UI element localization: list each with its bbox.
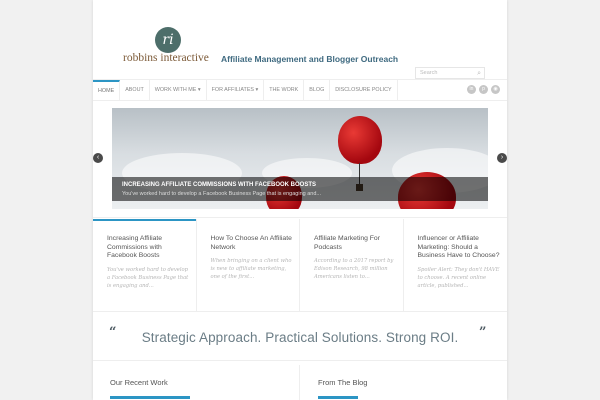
slider-divider — [93, 217, 507, 218]
nav-item-about[interactable]: ABOUT — [120, 80, 150, 100]
quote-divider — [93, 360, 507, 361]
slider-prev-arrow[interactable]: ‹ — [93, 153, 103, 163]
site-tagline: Affiliate Management and Blogger Outreac… — [221, 54, 399, 64]
section-title-from-blog: From The Blog — [318, 378, 368, 387]
linkedin-icon[interactable]: in — [467, 85, 476, 94]
search-input[interactable]: Search ⌕ — [415, 67, 485, 79]
post-card[interactable]: Increasing Affiliate Commissions with Fa… — [93, 219, 197, 311]
section-divider — [299, 365, 300, 400]
post-excerpt: According to a 2017 report by Edison Res… — [314, 258, 394, 280]
tagline-quote: Strategic Approach. Practical Solutions.… — [141, 330, 459, 345]
main-nav: HOME ABOUT WORK WITH ME ▾ FOR AFFILIATES… — [93, 80, 399, 100]
slider-caption[interactable]: INCREASING AFFILIATE COMMISSIONS WITH FA… — [112, 177, 488, 201]
section-underline — [318, 396, 358, 399]
post-excerpt: When bringing on a client who is new to … — [210, 258, 292, 280]
slider-caption-title[interactable]: INCREASING AFFILIATE COMMISSIONS WITH FA… — [122, 182, 478, 188]
slider-caption-text: You've worked hard to develop a Facebook… — [122, 191, 321, 197]
nav-item-disclosure-policy[interactable]: DISCLOSURE POLICY — [330, 80, 398, 100]
post-card[interactable]: Affiliate Marketing For Podcasts Accordi… — [300, 219, 404, 311]
nav-item-work-with-me[interactable]: WORK WITH ME ▾ — [150, 80, 207, 100]
post-card[interactable]: Influencer or Affiliate Marketing: Shoul… — [404, 219, 508, 311]
nav-item-blog[interactable]: BLOG — [304, 80, 331, 100]
post-title[interactable]: Affiliate Marketing For Podcasts — [314, 235, 397, 252]
featured-slider[interactable]: INCREASING AFFILIATE COMMISSIONS WITH FA… — [112, 108, 488, 209]
search-icon[interactable]: ⌕ — [477, 69, 481, 79]
post-excerpt: You've worked hard to develop a Facebook… — [107, 266, 189, 289]
post-title[interactable]: Increasing Affiliate Commissions with Fa… — [107, 235, 190, 261]
nav-item-for-affiliates[interactable]: FOR AFFILIATES ▾ — [207, 80, 265, 100]
pinterest-icon[interactable]: p — [479, 85, 488, 94]
logo-mark[interactable]: ri — [155, 27, 181, 53]
section-title-recent-work: Our Recent Work — [110, 378, 168, 387]
post-title[interactable]: How To Choose An Affiliate Network — [211, 235, 294, 252]
post-excerpt: Spoiler Alert: They don't HAVE to choose… — [417, 266, 500, 289]
logo-text[interactable]: robbins interactive — [123, 52, 209, 64]
slider-next-arrow[interactable]: › — [497, 153, 507, 163]
search-placeholder: Search — [420, 70, 438, 76]
page-container: ri robbins interactive Affiliate Managem… — [93, 0, 507, 400]
post-card[interactable]: How To Choose An Affiliate Network When … — [197, 219, 300, 311]
social-links: in p ◉ — [467, 85, 500, 94]
balloon-image — [338, 116, 382, 164]
post-title[interactable]: Influencer or Affiliate Marketing: Shoul… — [418, 235, 502, 261]
nav-item-home[interactable]: HOME — [93, 80, 121, 100]
featured-posts: Increasing Affiliate Commissions with Fa… — [93, 219, 507, 311]
nav-item-the-work[interactable]: THE WORK — [264, 80, 305, 100]
nav-divider — [93, 100, 507, 101]
posts-divider — [93, 311, 507, 312]
section-underline — [110, 396, 190, 399]
rss-icon[interactable]: ◉ — [491, 85, 500, 94]
close-quote-icon: ” — [479, 325, 487, 340]
